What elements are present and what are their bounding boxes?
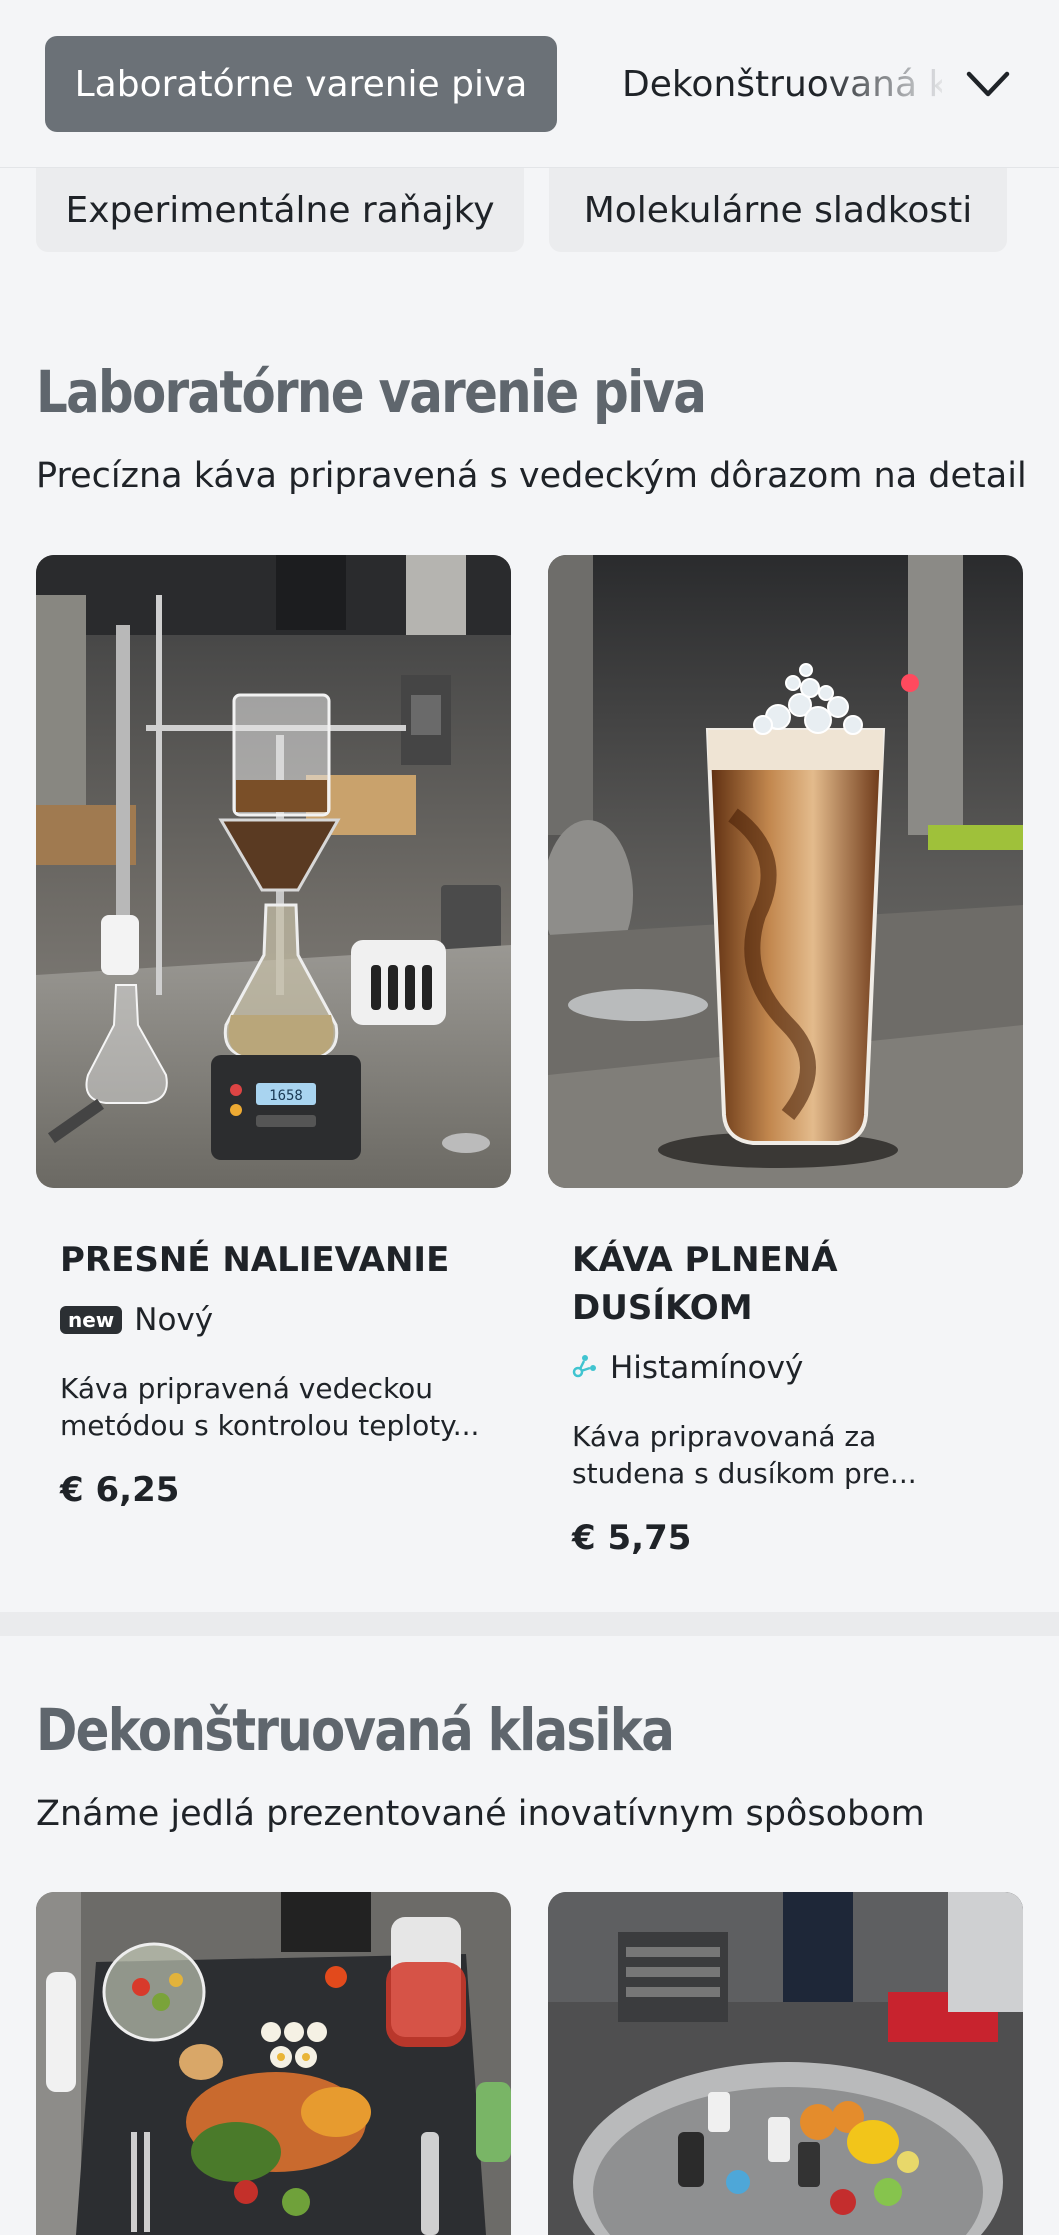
chip-molekularne-sladkosti[interactable]: Molekulárne sladkosti	[549, 168, 1007, 252]
product-price: € 5,75	[572, 1518, 692, 1558]
product-price: € 6,25	[60, 1470, 180, 1510]
section-divider	[0, 1612, 1059, 1636]
scale-display: 1658	[269, 1088, 303, 1104]
product-tag-label: Nový	[134, 1302, 214, 1338]
section-title: Dekonštruovaná klasika	[36, 1696, 675, 1764]
tab-dekonstruovana-klasika[interactable]: Dekonštruovaná klasika	[622, 36, 942, 132]
product-image-dekonstruovany-vyber[interactable]	[548, 1892, 1023, 2235]
category-nav-bar: Laboratórne varenie piva Dekonštruovaná …	[0, 0, 1059, 168]
tab-laboratorne-varenie-piva[interactable]: Laboratórne varenie piva	[45, 36, 557, 132]
chip-experimentalne-ranajky[interactable]: Experimentálne raňajky	[36, 168, 524, 252]
product-name[interactable]: PRESNÉ NALIEVANIE	[60, 1236, 500, 1284]
section-subtitle: Známe jedlá prezentované inovatívnym spô…	[36, 1794, 925, 1834]
product-name[interactable]: KÁVA PLNENÁ DUSÍKOM	[572, 1236, 992, 1332]
product-description: Káva pripravená vedeckou metódou s kontr…	[60, 1372, 480, 1442]
product-image-presne-nalievanie[interactable]: 1658	[36, 555, 511, 1188]
molecule-icon	[572, 1350, 598, 1386]
product-image-kava-plnena-dusikom[interactable]	[548, 555, 1023, 1188]
new-badge-icon: new	[60, 1306, 123, 1334]
section-subtitle: Precízna káva pripravená s vedeckým dôra…	[36, 456, 1027, 496]
product-tag: Histamínový	[572, 1350, 803, 1386]
product-tag-label: Histamínový	[610, 1350, 804, 1386]
product-tag: new Nový	[60, 1302, 213, 1338]
section-title: Laboratórne varenie piva	[36, 358, 707, 426]
product-image-dekonstruovany-salat[interactable]	[36, 1892, 511, 2235]
product-description: Káva pripravovaná za studena s dusíkom p…	[572, 1420, 917, 1490]
chevron-down-icon[interactable]	[960, 56, 1016, 112]
